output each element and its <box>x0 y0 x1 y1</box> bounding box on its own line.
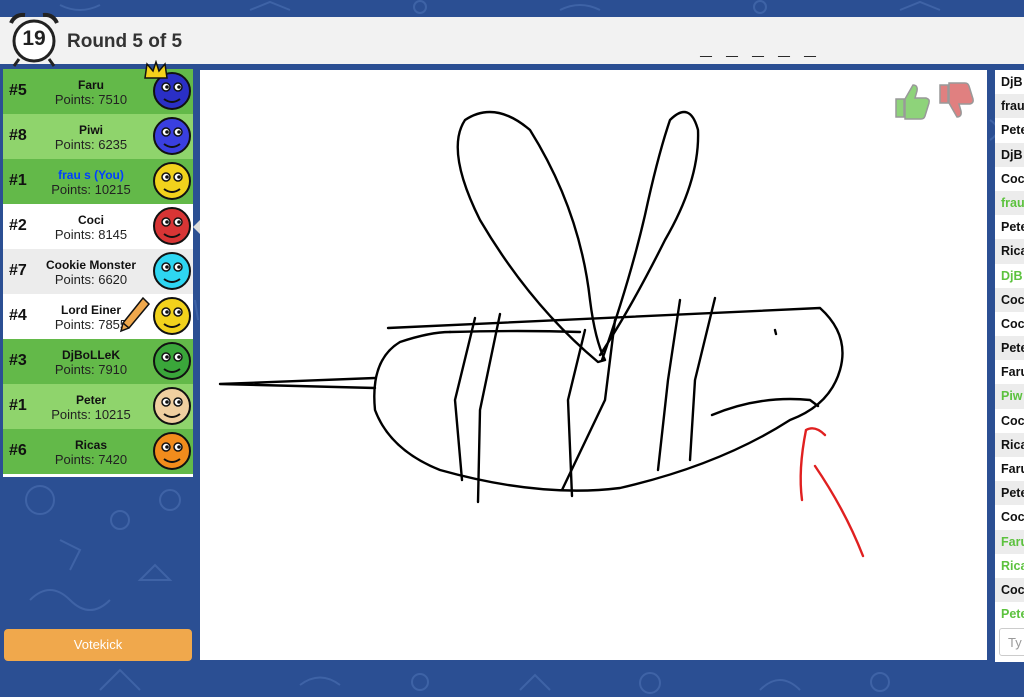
avatar <box>153 207 191 245</box>
chat-message: Coc <box>995 287 1024 312</box>
chat-message: Pete <box>995 481 1024 506</box>
chat-message: frau <box>995 94 1024 119</box>
word-hint: _ _ _ _ _ <box>700 39 818 62</box>
player-rank: #3 <box>9 352 27 369</box>
player-rank: #2 <box>9 217 27 234</box>
chat-message: Coc <box>995 577 1024 603</box>
avatar <box>153 432 191 470</box>
thumbs-up-icon[interactable] <box>892 81 932 121</box>
chat-message: Coc <box>1001 316 1024 331</box>
chat-message: Coc <box>1001 413 1024 428</box>
timer-value: 19 <box>22 27 46 50</box>
player-points: Points: 10215 <box>51 407 131 422</box>
player-rank: #4 <box>9 307 27 324</box>
player-name: Piwi <box>78 123 103 137</box>
drawing-canvas[interactable] <box>200 70 987 660</box>
player-row[interactable]: #3 DjBoLLeK Points: 7910 <box>3 339 193 384</box>
avatar <box>153 342 191 380</box>
chat-message: DjB <box>995 142 1024 167</box>
player-points: Points: 7510 <box>54 92 128 107</box>
chat-message: Faru <box>1001 462 1024 476</box>
chat-message: Coc <box>1001 171 1024 186</box>
chat-panel: DjB frau Pete DjB Coc frau Pete Rica DjB Coc Coc Pe… <box>995 70 1024 662</box>
player-row[interactable]: #1 Peter Points: 10215 <box>3 384 193 429</box>
player-row[interactable]: #6 Ricas Points: 7420 <box>3 429 193 474</box>
player-points: Points: 8145 <box>54 227 128 242</box>
player-rank: #7 <box>9 262 27 279</box>
chat-message: Rica <box>1001 558 1024 573</box>
player-row[interactable]: #7 Cookie Monster Points: 6620 <box>3 249 193 294</box>
avatar <box>153 252 191 290</box>
crown-icon <box>144 60 168 79</box>
player-list: #5 Faru Points: 7510 #8 Piwi Points: 6235 #1 fr… <box>3 60 193 477</box>
avatar <box>153 162 191 200</box>
chat-input[interactable]: Ty <box>999 628 1024 656</box>
player-points: Points: 6620 <box>54 272 128 287</box>
round-indicator: Round 5 of 5 <box>67 31 183 52</box>
player-name: Faru <box>77 78 104 92</box>
chat-message: Pete <box>1001 220 1024 235</box>
player-row[interactable]: #4 Lord Einer Points: 7855 <box>3 294 193 339</box>
player-points: Points: 7420 <box>54 452 128 467</box>
player-row[interactable]: #8 Piwi Points: 6235 <box>3 114 193 159</box>
player-name: Peter <box>75 393 107 407</box>
player-row[interactable]: #5 Faru Points: 7510 <box>3 60 193 114</box>
chat-message: Faru <box>1001 365 1024 380</box>
avatar <box>153 297 191 335</box>
bee-drawing <box>218 110 865 558</box>
pencil-icon <box>119 296 151 333</box>
chat-message: DjB <box>1001 268 1023 283</box>
player-rank: #1 <box>9 397 27 414</box>
avatar <box>153 387 191 425</box>
chat-message: Pete <box>995 336 1024 361</box>
player-name: frau s (You) <box>58 168 124 182</box>
avatar <box>153 117 191 155</box>
player-name: Ricas <box>74 438 108 452</box>
chat-message: Pete <box>1001 123 1024 138</box>
chat-message: frau <box>995 190 1024 216</box>
chat-message: DjB <box>1001 75 1023 89</box>
player-points: Points: 10215 <box>51 182 131 197</box>
chat-message: Pete <box>1001 607 1024 622</box>
chat-message: Faru <box>995 529 1024 554</box>
chat-message: Rica <box>995 239 1024 264</box>
chat-message: Piw <box>995 384 1024 409</box>
player-row[interactable]: #2 Coci Points: 8145 <box>3 204 193 249</box>
player-row[interactable]: #1 frau s (You) Points: 10215 <box>3 159 193 204</box>
player-name: Cookie Monster <box>45 258 136 272</box>
player-rank: #8 <box>9 127 27 144</box>
player-name: DjBoLLeK <box>62 348 120 362</box>
player-rank: #5 <box>9 82 27 99</box>
chat-message: Rica <box>995 432 1024 457</box>
thumbs-down-icon[interactable] <box>936 81 976 121</box>
player-points: Points: 7910 <box>54 362 128 377</box>
player-name: Coci <box>77 213 104 227</box>
player-points: Points: 6235 <box>54 137 128 152</box>
player-rank: #1 <box>9 172 27 189</box>
votekick-button[interactable]: Votekick <box>4 629 192 661</box>
top-bar: 19 Round 5 of 5 _ _ _ _ _ <box>0 12 1024 67</box>
player-rank: #6 <box>9 442 27 459</box>
chat-message: Coc <box>1001 510 1024 525</box>
